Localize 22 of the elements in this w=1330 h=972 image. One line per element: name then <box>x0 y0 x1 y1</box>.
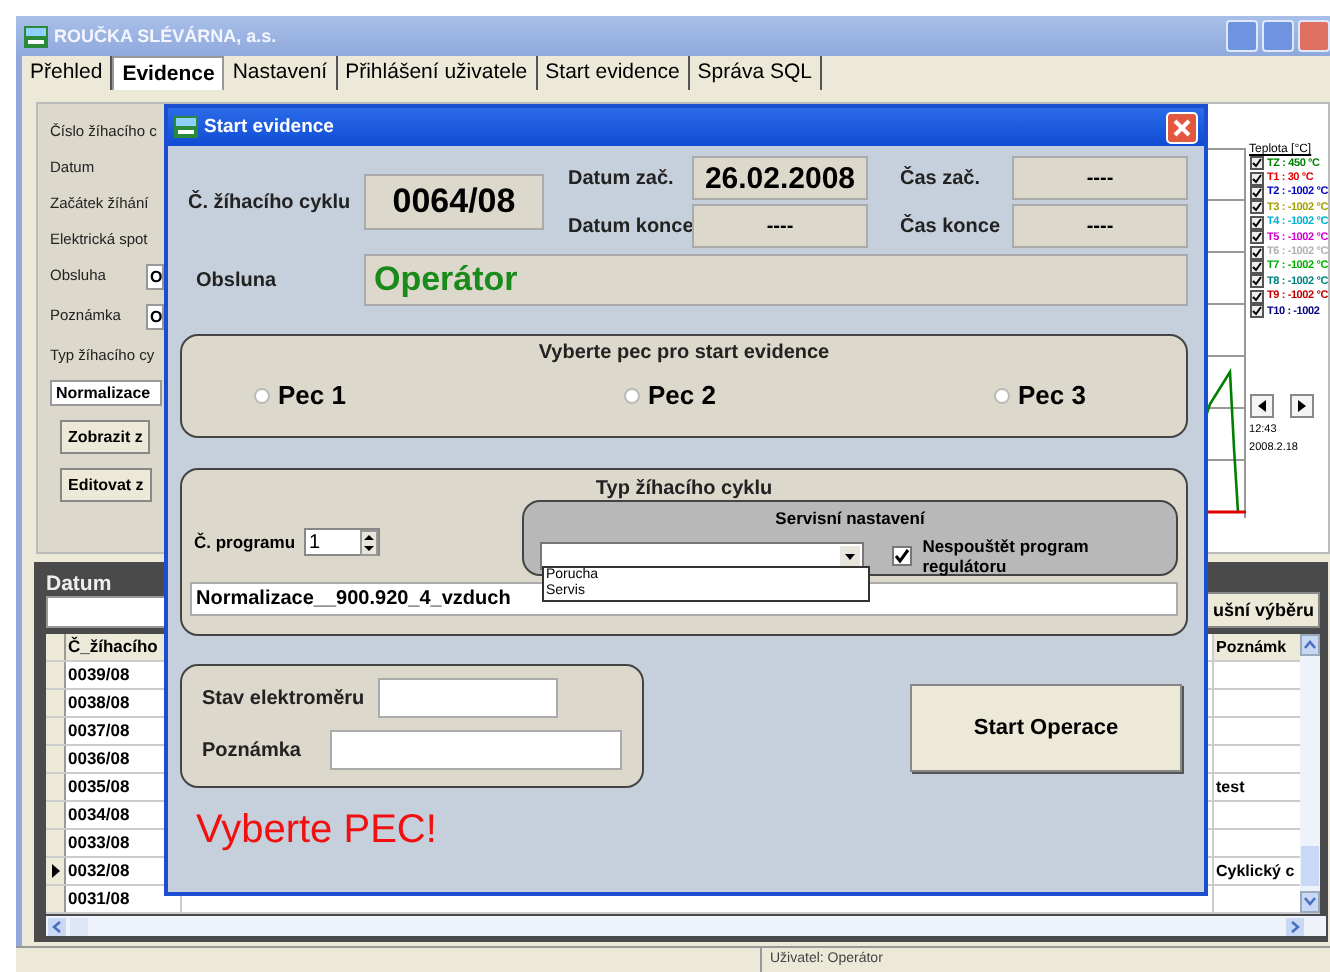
filter-label: Datum <box>46 572 114 597</box>
field-label: Čas konce <box>900 215 1003 237</box>
field-label: Čas zač. <box>900 167 983 189</box>
cycle-number-field: 0064/08 <box>364 174 544 230</box>
operator-field: Operátor <box>364 254 1188 306</box>
group-title: Typ žíhacího cyklu <box>595 478 773 500</box>
dialog-title: Start evidence <box>204 116 334 138</box>
warning-message: Vyberte PEC! <box>196 808 437 854</box>
time-end-field: ---- <box>1012 204 1188 248</box>
field-label: Datum konce <box>568 215 692 237</box>
field-label: Stav elektroměru <box>202 687 367 709</box>
date-end-field: ---- <box>692 204 868 248</box>
field-label: Obsluna <box>194 269 279 291</box>
field-label: Poznámka <box>202 739 303 761</box>
group-title: Servisní nastavení <box>775 508 925 528</box>
date-start-field: 26.02.2008 <box>692 156 868 200</box>
field-label: Č. programu <box>194 532 296 552</box>
field-label: Č. žíhacího cyklu <box>186 191 353 213</box>
time-start-field: ---- <box>1012 156 1188 200</box>
field-label: Datum zač. <box>568 167 676 189</box>
group-title: Vyberte pec pro start evidence <box>538 342 830 364</box>
window-title: ROUČKA SLÉVÁRNA, a.s. <box>54 26 277 46</box>
